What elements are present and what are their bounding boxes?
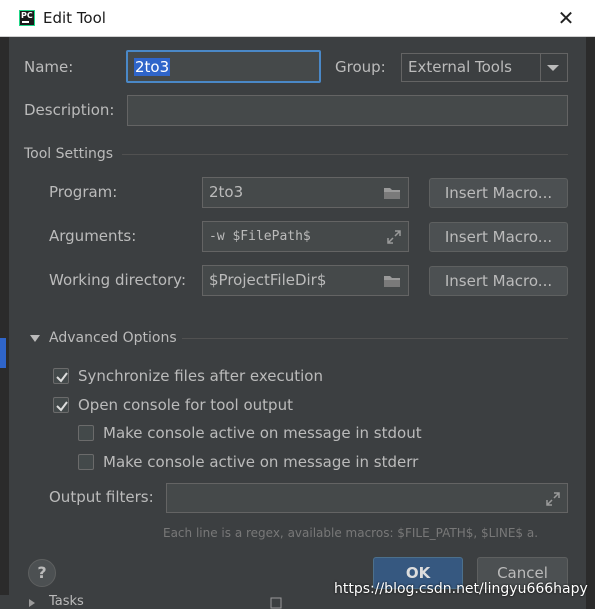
collapse-triangle-icon[interactable] [29,334,41,343]
folder-icon[interactable] [383,274,401,288]
expand-arrow-icon [29,599,35,607]
separator [182,338,568,339]
close-icon[interactable]: ✕ [555,7,577,29]
name-input[interactable]: 2to3 [126,50,321,83]
watermark-text: https://blog.csdn.net/lingyu666hapy [334,581,588,597]
folder-icon[interactable] [383,186,401,200]
checkmark-icon [56,401,68,412]
program-label: Program: [49,183,118,201]
output-filters-label: Output filters: [49,488,154,506]
tool-settings-header: Tool Settings [24,146,114,162]
advanced-options-header[interactable]: Advanced Options [49,330,177,346]
checkmark-icon [56,372,68,383]
active-stderr-label[interactable]: Make console active on message in stderr [103,453,418,471]
title-bar: PC Edit Tool ✕ [0,0,595,37]
program-input[interactable]: 2to3 [202,177,409,208]
insert-macro-arguments-button[interactable]: Insert Macro... [429,222,568,252]
description-label: Description: [24,101,115,119]
insert-macro-program-button[interactable]: Insert Macro... [429,178,568,208]
active-stdout-label[interactable]: Make console active on message in stdout [103,424,422,442]
group-select[interactable]: External Tools [401,53,568,82]
working-directory-label: Working directory: [49,271,187,289]
pycharm-logo-icon: PC [19,10,35,26]
program-value: 2to3 [209,183,244,201]
ide-bottom-panel: Tasks [0,595,370,609]
expand-icon[interactable] [386,229,402,245]
group-label: Group: [335,58,386,76]
active-stdout-checkbox[interactable] [78,425,94,441]
active-stderr-checkbox[interactable] [78,454,94,470]
separator [122,154,568,155]
sync-files-checkbox[interactable] [53,368,69,384]
output-filters-input[interactable] [166,483,568,513]
arguments-value: -w $FilePath$ [209,229,311,244]
sidebar-item-tasks[interactable]: Tasks [49,595,84,609]
ide-background-right [586,37,595,609]
name-value: 2to3 [134,58,171,76]
working-directory-value: $ProjectFileDir$ [209,271,327,289]
sync-files-label[interactable]: Synchronize files after execution [78,367,323,385]
chevron-down-icon [547,65,559,71]
insert-macro-working-directory-button[interactable]: Insert Macro... [429,266,568,296]
arguments-input[interactable]: -w $FilePath$ [202,221,409,252]
open-console-checkbox[interactable] [53,397,69,413]
name-label: Name: [24,58,74,76]
working-directory-input[interactable]: $ProjectFileDir$ [202,265,409,296]
ide-background-left [0,37,9,609]
panel-icon [270,597,282,609]
arguments-label: Arguments: [49,227,137,245]
macros-hint: Each line is a regex, available macros: … [163,526,539,540]
expand-icon[interactable] [545,491,561,507]
sidebar-selection [0,338,6,368]
open-console-label[interactable]: Open console for tool output [78,396,293,414]
help-button[interactable]: ? [28,559,56,587]
window-title: Edit Tool [43,9,106,27]
description-input[interactable] [127,95,568,126]
group-value: External Tools [408,58,512,76]
